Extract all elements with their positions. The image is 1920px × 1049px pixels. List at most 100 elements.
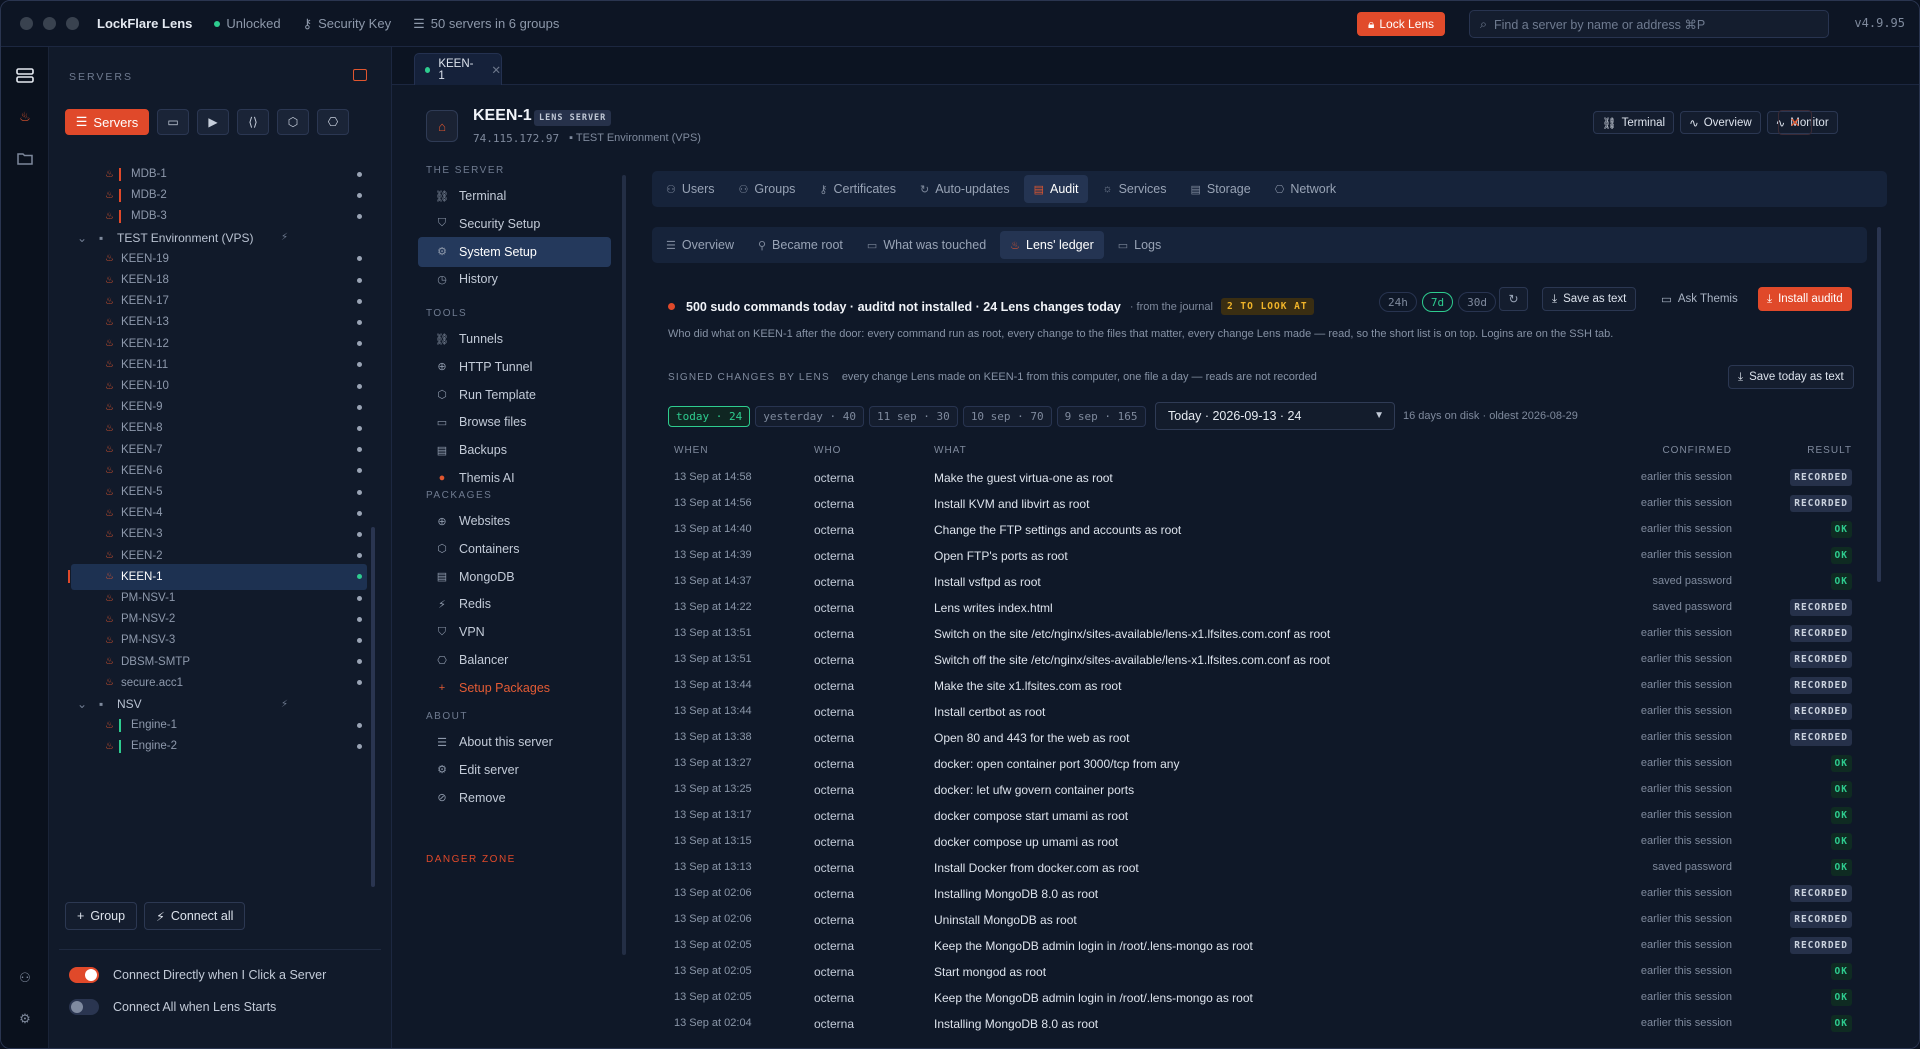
- subtab-became-root[interactable]: ⚲ Became root: [748, 231, 853, 259]
- day-chip[interactable]: 11 sep · 30: [868, 406, 958, 427]
- server-search-input[interactable]: ⌕ Find a server by name or address ⌘P: [1469, 10, 1829, 38]
- table-row[interactable]: 13 Sep at 02:05 octerna Keep the MongoDB a…: [674, 985, 1852, 1011]
- chevron-down-icon[interactable]: ⌄: [77, 231, 87, 245]
- code-tool-button[interactable]: ⟨⟩: [237, 109, 269, 135]
- tab-groups[interactable]: ⚇ Groups: [729, 175, 806, 203]
- refresh-button[interactable]: ↻: [1499, 287, 1528, 311]
- nav-item-history[interactable]: ◷ History: [418, 264, 611, 294]
- day-chip[interactable]: yesterday · 40: [755, 406, 864, 427]
- ask-themis-button[interactable]: ▭ Ask Themis: [1661, 292, 1738, 306]
- subtab-what-was-touched[interactable]: ▭ What was touched: [857, 231, 996, 259]
- nav-item-browse-files[interactable]: ▭ Browse files: [418, 407, 611, 437]
- servers-rail-icon[interactable]: [14, 65, 36, 87]
- subtab-overview[interactable]: ☰ Overview: [656, 231, 744, 259]
- nav-item-mongodb[interactable]: ▤ MongoDB: [418, 562, 611, 592]
- table-row[interactable]: 13 Sep at 13:25 octerna docker: let ufw go…: [674, 777, 1852, 803]
- nav-item-websites[interactable]: ⊕ Websites: [418, 506, 611, 536]
- table-row[interactable]: 13 Sep at 14:22 octerna Lens writes index.…: [674, 595, 1852, 621]
- sidebar-scrollbar[interactable]: [371, 527, 375, 887]
- server-row[interactable]: ♨ Engine-2: [71, 733, 367, 759]
- nav-item-vpn[interactable]: ⛉ VPN: [418, 617, 611, 647]
- nav-item-backups[interactable]: ▤ Backups: [418, 435, 611, 465]
- table-row[interactable]: 13 Sep at 13:27 octerna docker: open conta…: [674, 751, 1852, 777]
- table-row[interactable]: 13 Sep at 02:05 octerna Start mongod as ro…: [674, 959, 1852, 985]
- tab-network[interactable]: ⎔ Network: [1265, 175, 1346, 203]
- nav-item-edit-server[interactable]: ⚙ Edit server: [418, 755, 611, 785]
- table-row[interactable]: 13 Sep at 14:58 octerna Make the guest vir…: [674, 465, 1852, 491]
- folder-rail-icon[interactable]: [14, 147, 36, 169]
- close-server-button[interactable]: ✕: [1778, 110, 1812, 135]
- table-row[interactable]: 13 Sep at 13:44 octerna Install certbot as…: [674, 699, 1852, 725]
- play-tool-button[interactable]: ▶: [197, 109, 229, 135]
- tab-audit[interactable]: ▤ Audit: [1023, 175, 1089, 203]
- tab-services[interactable]: ☼ Services: [1092, 175, 1176, 203]
- table-row[interactable]: 13 Sep at 13:15 octerna docker compose up …: [674, 829, 1852, 855]
- day-chip[interactable]: today · 24: [668, 406, 751, 427]
- table-row[interactable]: 13 Sep at 14:39 octerna Open FTP's ports a…: [674, 543, 1852, 569]
- terminal-tool-button[interactable]: ▭: [157, 109, 189, 135]
- package-tool-button[interactable]: ⬡: [277, 109, 309, 135]
- terminal-button[interactable]: ⛓︎ Terminal: [1593, 111, 1675, 134]
- table-row[interactable]: 13 Sep at 14:37 octerna Install vsftpd as …: [674, 569, 1852, 595]
- table-row[interactable]: 13 Sep at 13:17 octerna docker compose sta…: [674, 803, 1852, 829]
- day-chip[interactable]: 9 sep · 165: [1056, 406, 1146, 427]
- table-row[interactable]: 13 Sep at 13:51 octerna Switch on the site…: [674, 621, 1852, 647]
- table-row[interactable]: 13 Sep at 13:38 octerna Open 80 and 443 fo…: [674, 725, 1852, 751]
- security-key[interactable]: ⚷ Security Key: [303, 16, 392, 32]
- chevron-down-icon[interactable]: ⌄: [77, 697, 87, 711]
- people-rail-icon[interactable]: ⚇: [14, 967, 36, 989]
- nav-item-setup-packages[interactable]: + Setup Packages: [418, 673, 611, 703]
- network-tool-button[interactable]: ⎔: [317, 109, 349, 135]
- nav-item-containers[interactable]: ⬡ Containers: [418, 534, 611, 564]
- table-row[interactable]: 13 Sep at 02:06 octerna Uninstall MongoDB …: [674, 907, 1852, 933]
- add-group-button[interactable]: + Group: [65, 902, 138, 930]
- nav-item-security-setup[interactable]: ⛉ Security Setup: [418, 209, 611, 239]
- bolt-icon[interactable]: ⚡︎: [281, 232, 288, 243]
- tab-storage[interactable]: ▤ Storage: [1181, 175, 1261, 203]
- overview-button[interactable]: ∿ Overview: [1680, 111, 1761, 134]
- save-today-button[interactable]: ⤓ Save today as text: [1728, 365, 1854, 389]
- install-auditd-button[interactable]: ⤓ Install auditd: [1758, 287, 1852, 311]
- nav-item-redis[interactable]: ⚡︎ Redis: [418, 589, 611, 619]
- flame-rail-icon[interactable]: ♨: [14, 106, 36, 128]
- section-nav-scrollbar[interactable]: [622, 175, 626, 955]
- table-row[interactable]: 13 Sep at 14:56 octerna Install KVM and li…: [674, 491, 1852, 517]
- gear-icon[interactable]: ⚙: [14, 1008, 36, 1030]
- tab-users[interactable]: ⚇ Users: [656, 175, 725, 203]
- range-30d[interactable]: 30d: [1458, 292, 1496, 312]
- table-row[interactable]: 13 Sep at 02:05 octerna Keep the MongoDB a…: [674, 933, 1852, 959]
- bolt-icon[interactable]: ⚡︎: [281, 699, 288, 710]
- tab-keen-1[interactable]: KEEN-1 ✕: [414, 53, 502, 85]
- subtab-logs[interactable]: ▭ Logs: [1108, 231, 1172, 259]
- nav-item-http-tunnel[interactable]: ⊕ HTTP Tunnel: [418, 352, 611, 382]
- table-row[interactable]: 13 Sep at 13:13 octerna Install Docker fro…: [674, 855, 1852, 881]
- nav-item-remove[interactable]: ⊘ Remove: [418, 783, 611, 813]
- nav-item-terminal[interactable]: ⛓ Terminal: [418, 181, 611, 211]
- nav-item-balancer[interactable]: ⎔ Balancer: [418, 645, 611, 675]
- content-scrollbar[interactable]: [1877, 227, 1881, 582]
- minimize-window-button[interactable]: [43, 17, 56, 30]
- table-row[interactable]: 13 Sep at 02:06 octerna Installing MongoDB…: [674, 881, 1852, 907]
- close-window-button[interactable]: [20, 17, 33, 30]
- subtab-lens-ledger[interactable]: ♨ Lens' ledger: [1000, 231, 1104, 259]
- servers-button[interactable]: ☰ Servers: [65, 109, 149, 135]
- table-row[interactable]: 13 Sep at 02:04 octerna Installing MongoDB…: [674, 1011, 1852, 1037]
- save-as-text-button[interactable]: ⤓ Save as text: [1542, 287, 1637, 311]
- table-row[interactable]: 13 Sep at 13:44 octerna Make the site x1.l…: [674, 673, 1852, 699]
- tab-certificates[interactable]: ⚷ Certificates: [809, 175, 906, 203]
- range-24h[interactable]: 24h: [1379, 292, 1417, 312]
- nav-item-about-this-server[interactable]: ☰ About this server: [418, 727, 611, 757]
- nav-item-tunnels[interactable]: ⛓ Tunnels: [418, 324, 611, 354]
- table-row[interactable]: 13 Sep at 13:51 octerna Switch off the sit…: [674, 647, 1852, 673]
- lock-lens-button[interactable]: 🔒︎ Lock Lens: [1357, 12, 1445, 36]
- nav-item-run-template[interactable]: ⬡ Run Template: [418, 380, 611, 410]
- sidebar-collapse-icon[interactable]: [353, 69, 367, 81]
- nav-item-system-setup[interactable]: ⚙ System Setup: [418, 236, 611, 267]
- nav-item-themis-ai[interactable]: ● Themis AI: [418, 463, 611, 493]
- tab-auto-updates[interactable]: ↻ Auto-updates: [910, 175, 1020, 203]
- day-chip[interactable]: 10 sep · 70: [962, 406, 1052, 427]
- close-tab-icon[interactable]: ✕: [491, 63, 501, 77]
- table-row[interactable]: 13 Sep at 14:40 octerna Change the FTP set…: [674, 517, 1852, 543]
- day-select[interactable]: Today · 2026-09-13 · 24 ▼: [1155, 402, 1395, 430]
- connect-directly-toggle[interactable]: [69, 967, 99, 983]
